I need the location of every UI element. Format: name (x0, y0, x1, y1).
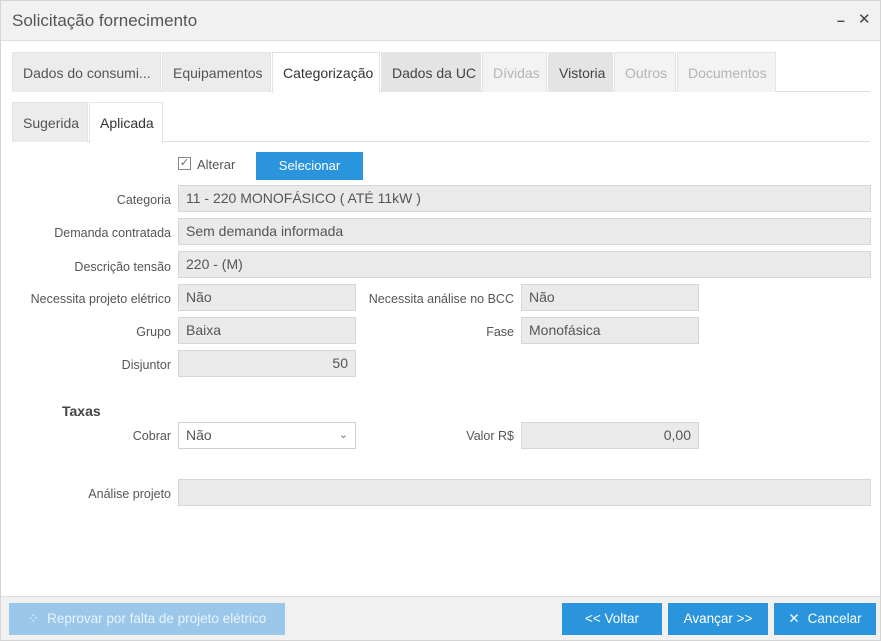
tab-documentos[interactable]: Documentos (677, 52, 776, 92)
chevron-down-icon: ⌄ (338, 429, 348, 441)
sub-tabs: Sugerida Aplicada (12, 102, 870, 143)
selecionar-button[interactable]: Selecionar (256, 152, 363, 180)
valor-field[interactable]: 0,00 (521, 422, 699, 449)
analise-bcc-label: Necessita análise no BCC (368, 292, 514, 306)
demanda-field[interactable]: Sem demanda informada (178, 218, 871, 245)
tab-equipamentos[interactable]: Equipamentos (162, 52, 271, 92)
main-tabs: Dados do consumi... Equipamentos Categor… (12, 52, 870, 93)
fase-field[interactable]: Monofásica (521, 317, 699, 344)
footer-bar: ⁘ Reprovar por falta de projeto elétrico … (1, 596, 880, 640)
cobrar-label: Cobrar (132, 429, 171, 443)
cobrar-value: Não (186, 427, 212, 443)
alterar-label: Alterar (197, 157, 236, 172)
spinner-icon: ⁘ (27, 611, 40, 626)
valor-label: Valor R$ (466, 429, 514, 443)
avancar-button[interactable]: Avançar >> (668, 603, 768, 635)
tab-sugerida[interactable]: Sugerida (12, 102, 88, 142)
tab-outros[interactable]: Outros (614, 52, 676, 92)
cancelar-button[interactable]: ✕ Cancelar (774, 603, 876, 635)
reprovar-button[interactable]: ⁘ Reprovar por falta de projeto elétrico (9, 603, 285, 635)
cancelar-label: Cancelar (807, 611, 862, 626)
categoria-field[interactable]: 11 - 220 MONOFÁSICO ( ATÉ 11kW ) (178, 185, 871, 212)
analise-projeto-label: Análise projeto (88, 487, 171, 501)
fase-label: Fase (486, 325, 514, 339)
tab-dados-uc[interactable]: Dados da UC (381, 52, 481, 92)
tab-categorizacao[interactable]: Categorização (272, 52, 380, 93)
grupo-label: Grupo (136, 325, 171, 339)
tensao-field[interactable]: 220 - (M) (178, 251, 871, 278)
disjuntor-field[interactable]: 50 (178, 350, 356, 377)
title-bar: Solicitação fornecimento – ✕ (1, 1, 880, 41)
cobrar-select[interactable]: Não ⌄ (178, 422, 356, 449)
tab-dados-consumidor[interactable]: Dados do consumi... (12, 52, 161, 92)
analise-projeto-field[interactable] (178, 479, 871, 506)
voltar-button[interactable]: << Voltar (562, 603, 662, 635)
close-icon: ✕ (788, 611, 800, 626)
projeto-eletrico-field[interactable]: Não (178, 284, 356, 311)
disjuntor-label: Disjuntor (121, 358, 171, 372)
tab-vistoria[interactable]: Vistoria (548, 52, 613, 92)
demanda-label: Demanda contratada (54, 226, 171, 240)
reprovar-label: Reprovar por falta de projeto elétrico (47, 611, 267, 626)
tab-dividas[interactable]: Dívidas (482, 52, 547, 92)
projeto-eletrico-label: Necessita projeto elétrico (30, 292, 171, 306)
alterar-checkbox[interactable]: ✓ (178, 157, 191, 170)
tab-aplicada[interactable]: Aplicada (89, 102, 163, 143)
taxas-heading: Taxas (62, 403, 101, 419)
close-icon[interactable]: ✕ (858, 12, 871, 28)
categoria-label: Categoria (116, 193, 171, 207)
dialog-window: Solicitação fornecimento – ✕ Dados do co… (0, 0, 881, 641)
analise-bcc-field[interactable]: Não (521, 284, 699, 311)
dialog-title: Solicitação fornecimento (12, 11, 198, 30)
minimize-icon[interactable]: – (837, 12, 845, 28)
grupo-field[interactable]: Baixa (178, 317, 356, 344)
tensao-label: Descrição tensão (74, 260, 171, 274)
